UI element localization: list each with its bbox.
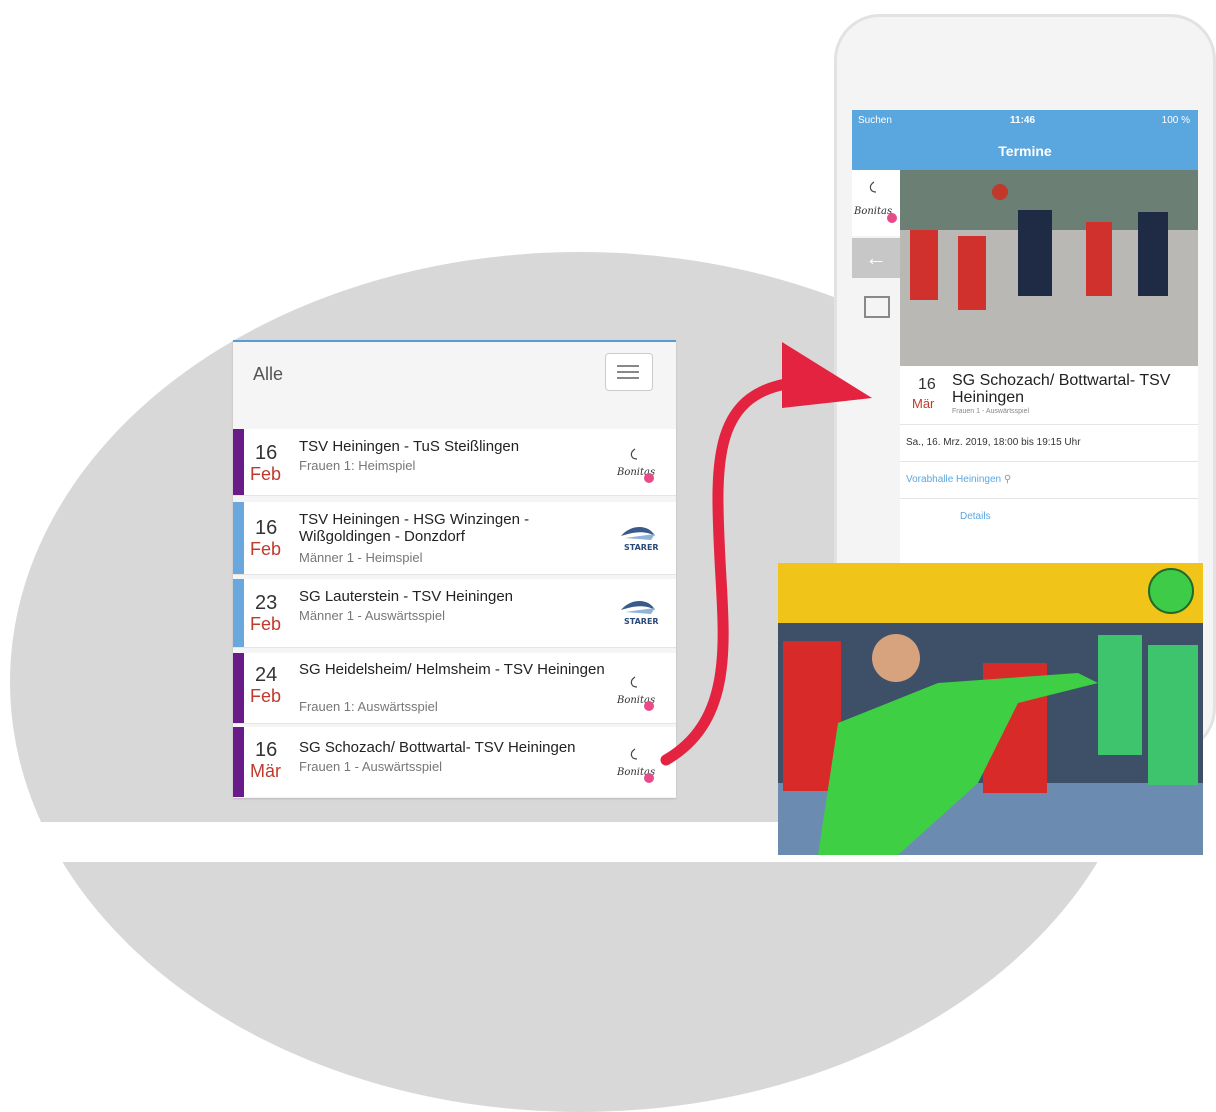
handball-photo xyxy=(778,563,1203,855)
